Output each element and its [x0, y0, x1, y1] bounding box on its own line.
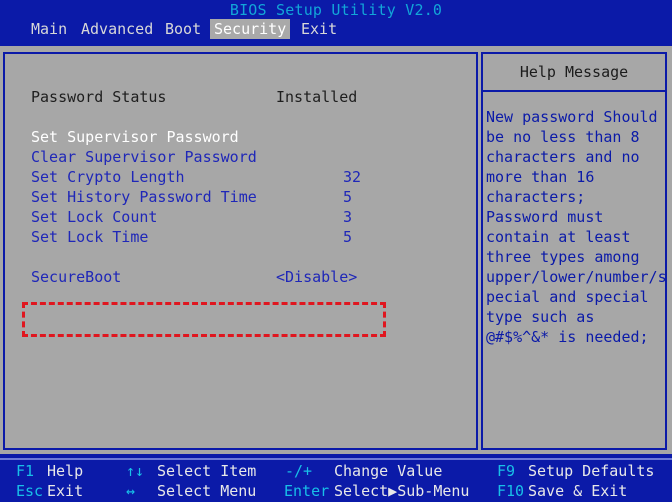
help-line: contain at least	[486, 228, 631, 246]
set-lock-count-value[interactable]: 3	[343, 207, 352, 227]
window-title: BIOS Setup Utility V2.0	[229, 1, 443, 19]
help-line: Password must	[486, 208, 604, 226]
password-status-label: Password Status	[31, 88, 167, 106]
clear-supervisor-password-item[interactable]: Clear Supervisor Password	[31, 147, 257, 167]
help-line: type such as	[486, 308, 595, 326]
f1-key: F1	[16, 462, 35, 480]
set-history-password-time-item[interactable]: Set History Password Time	[31, 187, 257, 207]
help-line: three types among	[486, 248, 640, 266]
tab-main[interactable]: Main	[27, 19, 71, 39]
leftright-desc: Select Menu	[157, 482, 257, 500]
tab-advanced[interactable]: Advanced	[77, 19, 157, 39]
up-down-arrows-icon: ↑↓	[126, 462, 145, 480]
help-title: Help Message	[483, 54, 665, 92]
menu-bar: Main Advanced Boot Security Exit	[0, 18, 672, 40]
key-legend-bar: F1 Help Esc Exit ↑↓ Select Item ↔ Select…	[0, 458, 672, 502]
minus-plus-key: -/+	[285, 462, 313, 480]
minusplus-desc: Change Value	[334, 462, 443, 480]
set-crypto-length-value[interactable]: 32	[343, 167, 361, 187]
help-line: @#$%^&* is needed;	[486, 328, 649, 346]
f10-desc: Save & Exit	[528, 482, 628, 500]
help-line: characters and no	[486, 148, 640, 166]
help-line: more than 16	[486, 168, 595, 186]
left-right-arrows-icon: ↔	[126, 482, 136, 500]
updown-desc: Select Item	[157, 462, 257, 480]
set-lock-time-value[interactable]: 5	[343, 227, 352, 247]
set-lock-time-item[interactable]: Set Lock Time	[31, 227, 148, 247]
f1-desc: Help	[47, 462, 84, 480]
secureboot-item[interactable]: SecureBoot	[31, 267, 121, 287]
set-crypto-length-item[interactable]: Set Crypto Length	[31, 167, 185, 187]
esc-key: Esc	[16, 482, 44, 500]
esc-desc: Exit	[47, 482, 84, 500]
set-lock-count-item[interactable]: Set Lock Count	[31, 207, 157, 227]
tab-exit[interactable]: Exit	[297, 19, 341, 39]
tab-security[interactable]: Security	[210, 19, 290, 39]
content-panel: Password Status Installed Set Supervisor…	[0, 44, 672, 454]
settings-frame: Password Status Installed Set Supervisor…	[3, 52, 478, 450]
help-line: pecial and special	[486, 288, 649, 306]
f10-key: F10	[497, 482, 525, 500]
secureboot-highlight-annotation	[22, 302, 386, 337]
help-line: New password Should	[486, 108, 658, 126]
enter-key: Enter	[284, 482, 330, 500]
f9-desc: Setup Defaults	[528, 462, 655, 480]
f9-key: F9	[497, 462, 516, 480]
set-history-password-time-value[interactable]: 5	[343, 187, 352, 207]
enter-desc: Select▶Sub-Menu	[334, 482, 470, 500]
tab-boot[interactable]: Boot	[161, 19, 205, 39]
secureboot-value[interactable]: <Disable>	[276, 267, 357, 287]
password-status-value: Installed	[276, 88, 358, 106]
help-line: upper/lower/number/s	[486, 268, 667, 286]
help-line: characters;	[486, 188, 586, 206]
set-supervisor-password-item[interactable]: Set Supervisor Password	[31, 127, 239, 147]
help-panel: Help Message New password Should be no l…	[481, 52, 667, 450]
help-line: be no less than 8	[486, 128, 640, 146]
